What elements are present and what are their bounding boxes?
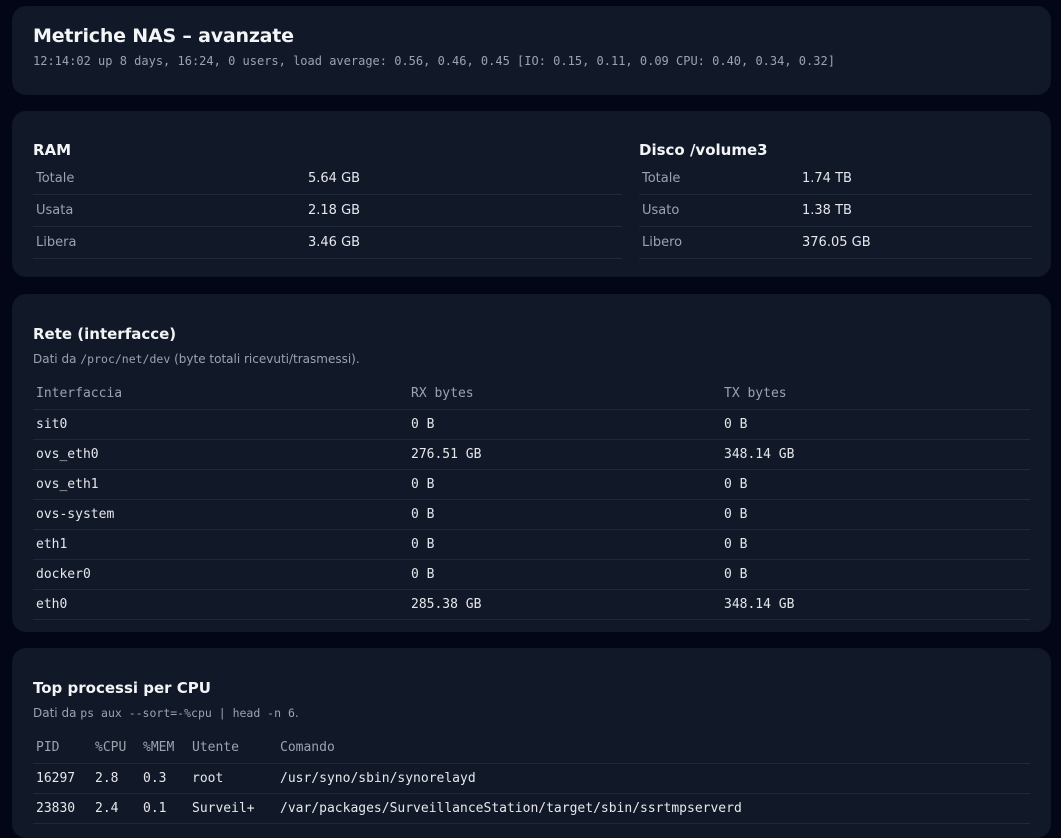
disk-row-used: Usato 1.38 TB [639, 195, 1032, 227]
uptime-line: 12:14:02 up 8 days, 16:24, 0 users, load… [33, 54, 835, 68]
process-mem: 0.3 [140, 763, 189, 794]
disk-title: Disco /volume3 [639, 141, 768, 159]
rx-bytes: 0 B [408, 559, 721, 590]
ram-free-label: Libera [36, 235, 77, 250]
table-row: eth0 285.38 GB 348.14 GB [33, 589, 1030, 620]
interface-name: sit0 [33, 409, 408, 440]
column-header-interface: Interfaccia [33, 379, 408, 410]
disk-free-label: Libero [642, 235, 683, 250]
network-subtitle-prefix: Dati da [33, 352, 77, 366]
ram-row-free: Libera 3.46 GB [33, 227, 622, 259]
tx-bytes: 0 B [721, 559, 1030, 590]
tx-bytes: 0 B [721, 469, 1030, 500]
table-row: ovs_eth0 276.51 GB 348.14 GB [33, 439, 1030, 470]
ram-free-value: 3.46 GB [308, 235, 361, 250]
network-subtitle: Dati da /proc/net/dev (byte totali ricev… [33, 352, 1030, 366]
interface-name: ovs-system [33, 499, 408, 530]
tx-bytes: 348.14 GB [721, 589, 1030, 620]
interface-name: eth1 [33, 529, 408, 560]
process-pid: 23830 [33, 793, 92, 824]
interface-name: eth0 [33, 589, 408, 620]
ram-total-label: Totale [36, 171, 75, 186]
memory-disk-card: RAM Totale 5.64 GB Usata 2.18 GB Libera … [12, 111, 1051, 277]
ram-used-label: Usata [36, 203, 74, 218]
process-mem: 0.1 [140, 793, 189, 824]
interface-name: docker0 [33, 559, 408, 590]
network-table: Interfaccia RX bytes TX bytes sit0 0 B 0… [33, 379, 1030, 620]
processes-table: PID %CPU %MEM Utente Comando 16297 2.8 0… [33, 733, 1030, 824]
process-pid: 16297 [33, 763, 92, 794]
ram-used-value: 2.18 GB [308, 203, 361, 218]
network-subtitle-code: /proc/net/dev [80, 352, 171, 366]
processes-header-row: PID %CPU %MEM Utente Comando [33, 733, 1030, 764]
table-row: 23830 2.4 0.1 Surveil+ /var/packages/Sur… [33, 793, 1030, 824]
disk-total-value: 1.74 TB [802, 171, 852, 186]
process-user: Surveil+ [189, 793, 277, 824]
network-header-row: Interfaccia RX bytes TX bytes [33, 379, 1030, 410]
rx-bytes: 0 B [408, 469, 721, 500]
column-header-tx: TX bytes [721, 379, 1030, 410]
rx-bytes: 0 B [408, 499, 721, 530]
table-row: ovs-system 0 B 0 B [33, 499, 1030, 530]
disk-section: Disco /volume3 Totale 1.74 TB Usato 1.38… [639, 141, 1032, 259]
rx-bytes: 0 B [408, 529, 721, 560]
disk-used-label: Usato [642, 203, 680, 218]
table-row: 16297 2.8 0.3 root /usr/syno/sbin/synore… [33, 763, 1030, 794]
process-cpu: 2.8 [92, 763, 140, 794]
processes-subtitle-suffix: . [294, 706, 299, 720]
ram-section: RAM Totale 5.64 GB Usata 2.18 GB Libera … [33, 141, 622, 259]
header-card: Metriche NAS – avanzate 12:14:02 up 8 da… [12, 6, 1051, 95]
ram-row-total: Totale 5.64 GB [33, 163, 622, 195]
tx-bytes: 0 B [721, 529, 1030, 560]
network-title: Rete (interfacce) [33, 325, 177, 343]
interface-name: ovs_eth1 [33, 469, 408, 500]
tx-bytes: 0 B [721, 409, 1030, 440]
rx-bytes: 276.51 GB [408, 439, 721, 470]
process-command: /var/packages/SurveillanceStation/target… [277, 793, 1030, 824]
column-header-cpu: %CPU [92, 733, 140, 764]
table-row: sit0 0 B 0 B [33, 409, 1030, 440]
disk-row-total: Totale 1.74 TB [639, 163, 1032, 195]
column-header-mem: %MEM [140, 733, 189, 764]
rx-bytes: 0 B [408, 409, 721, 440]
processes-subtitle-prefix: Dati da [33, 706, 77, 720]
network-subtitle-suffix: (byte totali ricevuti/trasmessi). [174, 352, 360, 366]
interface-name: ovs_eth0 [33, 439, 408, 470]
table-row: eth1 0 B 0 B [33, 529, 1030, 560]
table-row: docker0 0 B 0 B [33, 559, 1030, 590]
processes-subtitle: Dati da ps aux --sort=-%cpu | head -n 6. [33, 706, 1030, 720]
disk-total-label: Totale [642, 171, 681, 186]
ram-row-used: Usata 2.18 GB [33, 195, 622, 227]
column-header-pid: PID [33, 733, 92, 764]
page-title: Metriche NAS – avanzate [33, 25, 294, 47]
rx-bytes: 285.38 GB [408, 589, 721, 620]
column-header-rx: RX bytes [408, 379, 721, 410]
column-header-user: Utente [189, 733, 277, 764]
tx-bytes: 0 B [721, 499, 1030, 530]
ram-total-value: 5.64 GB [308, 171, 361, 186]
processes-card: Top processi per CPU Dati da ps aux --so… [12, 648, 1051, 838]
network-card: Rete (interfacce) Dati da /proc/net/dev … [12, 294, 1051, 632]
disk-used-value: 1.38 TB [802, 203, 852, 218]
disk-row-free: Libero 376.05 GB [639, 227, 1032, 259]
processes-title: Top processi per CPU [33, 679, 211, 697]
column-header-command: Comando [277, 733, 1030, 764]
process-user: root [189, 763, 277, 794]
process-cpu: 2.4 [92, 793, 140, 824]
processes-subtitle-code: ps aux --sort=-%cpu | head -n 6 [80, 706, 295, 720]
process-command: /usr/syno/sbin/synorelayd [277, 763, 1030, 794]
table-row: ovs_eth1 0 B 0 B [33, 469, 1030, 500]
disk-free-value: 376.05 GB [802, 235, 871, 250]
tx-bytes: 348.14 GB [721, 439, 1030, 470]
ram-title: RAM [33, 141, 72, 159]
